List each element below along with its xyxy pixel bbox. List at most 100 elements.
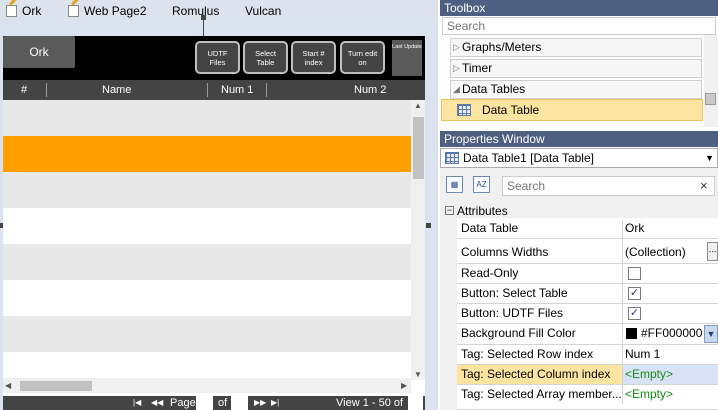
column-header-index[interactable]: # — [21, 80, 27, 100]
udtf-files-checkbox[interactable]: ✓ — [628, 307, 641, 320]
property-name: Button: UDTF Files — [457, 304, 623, 323]
tab-romulus[interactable]: Romulus — [172, 3, 219, 19]
alphabetical-sort-icon[interactable]: AZ — [473, 176, 490, 193]
data-table-toolbar: Ork UDTF Files Select Table Start # inde… — [3, 36, 425, 80]
read-only-checkbox[interactable] — [628, 267, 641, 280]
chevron-right-icon: ▷ — [453, 63, 460, 73]
page-count-box — [231, 396, 248, 410]
select-table-button[interactable]: Select Table — [243, 41, 288, 74]
table-row[interactable] — [3, 208, 411, 244]
property-row-button-select-table[interactable]: Button: Select Table ✓ — [457, 284, 718, 304]
table-row[interactable] — [3, 316, 411, 352]
category-label: Graphs/Meters — [462, 40, 542, 54]
properties-search-input[interactable] — [502, 176, 715, 196]
chevron-down-icon[interactable]: ▼ — [704, 325, 718, 343]
record-count-box — [408, 396, 423, 410]
page-edit-icon — [6, 5, 17, 17]
table-row-selected[interactable] — [3, 136, 411, 172]
toolbox-scroll-thumb[interactable] — [705, 93, 716, 105]
chevron-right-icon: ▷ — [453, 42, 460, 52]
categorized-view-icon[interactable]: ▦ — [446, 176, 463, 193]
property-name: Background Fill Color — [457, 324, 623, 343]
toolbox-search-input[interactable] — [442, 17, 716, 35]
property-row-data-table[interactable]: Data Table Ork — [457, 219, 718, 239]
property-row-selected-column-index[interactable]: Tag: Selected Column index <Empty> — [457, 365, 718, 385]
collapse-icon[interactable]: − — [445, 206, 454, 215]
property-value[interactable]: <Empty> — [623, 385, 718, 404]
tab-web-page2[interactable]: Web Page2 — [68, 3, 147, 19]
property-name: Tag: Selected Column index — [457, 365, 623, 384]
next-page-icon[interactable]: ▶▶ — [254, 398, 266, 408]
udtf-files-button[interactable]: UDTF Files — [195, 41, 240, 74]
toolbox-title: Toolbox — [440, 0, 718, 16]
toolbox-category-timer[interactable]: ▷ Timer — [450, 59, 702, 78]
table-row[interactable] — [3, 244, 411, 280]
resize-handle-top[interactable] — [201, 15, 206, 20]
attributes-category-header[interactable]: − Attributes — [440, 204, 718, 218]
select-table-checkbox[interactable]: ✓ — [628, 287, 641, 300]
previous-page-icon[interactable]: ◀◀ — [151, 398, 163, 408]
table-row[interactable] — [3, 352, 411, 378]
toolbox-category-graphs-meters[interactable]: ▷ Graphs/Meters — [450, 38, 702, 57]
column-header-num2[interactable]: Num 2 — [354, 80, 386, 100]
toolbox-category-data-tables[interactable]: ◢ Data Tables — [450, 80, 702, 99]
last-page-icon[interactable]: ▶| — [271, 398, 279, 408]
data-table-icon — [445, 152, 459, 164]
property-value[interactable]: Num 1 — [623, 345, 718, 364]
scroll-down-arrow-icon[interactable]: ▼ — [414, 370, 422, 380]
object-selector-label: Data Table1 [Data Table] — [463, 151, 594, 165]
turn-edit-on-button[interactable]: Turn edit on — [340, 41, 385, 74]
column-divider[interactable] — [207, 83, 208, 97]
category-label: Timer — [462, 61, 493, 75]
column-header-name[interactable]: Name — [102, 80, 131, 100]
property-name: Button: Select Table — [457, 284, 623, 303]
table-row[interactable] — [3, 100, 411, 136]
column-divider[interactable] — [46, 83, 47, 97]
property-row-selected-array-member[interactable]: Tag: Selected Array member... <Empty> — [457, 385, 718, 410]
property-name: Tag: Selected Array member... — [457, 385, 623, 404]
data-table-icon — [457, 104, 471, 116]
property-name: Read-Only — [457, 264, 623, 283]
horizontal-scroll-thumb[interactable] — [20, 381, 92, 391]
property-row-selected-row-index[interactable]: Tag: Selected Row index Num 1 — [457, 345, 718, 365]
resize-handle-right[interactable] — [426, 223, 431, 228]
property-row-read-only[interactable]: Read-Only — [457, 264, 718, 284]
property-value[interactable]: #FF000000 — [639, 324, 703, 343]
property-value: (Collection) — [625, 245, 686, 259]
tab-label: Romulus — [172, 4, 220, 18]
property-value[interactable]: Ork — [623, 219, 718, 238]
ellipsis-button[interactable]: ... — [707, 242, 718, 261]
scroll-up-arrow-icon[interactable]: ▲ — [414, 101, 422, 111]
property-row-button-udtf-files[interactable]: Button: UDTF Files ✓ — [457, 304, 718, 324]
tab-vulcan[interactable]: Vulcan — [245, 3, 281, 19]
object-selector-dropdown[interactable]: Data Table1 [Data Table] ▼ — [440, 148, 718, 168]
color-swatch — [626, 328, 637, 339]
page-label: Page — [170, 397, 196, 409]
property-grid-gutter — [440, 218, 457, 410]
toolbox-item-label: Data Table — [482, 103, 540, 117]
property-row-columns-widths[interactable]: Columns Widths (Collection) ... — [457, 239, 718, 264]
property-value[interactable]: <Empty> — [623, 365, 718, 384]
table-row[interactable] — [3, 280, 411, 316]
document-tab-bar: Ork Web Page2 Romulus Vulcan — [0, 0, 438, 22]
first-page-icon[interactable]: |◀ — [133, 398, 141, 408]
page-edit-icon — [68, 5, 79, 17]
scroll-left-arrow-icon[interactable]: ◀ — [5, 381, 11, 391]
table-row[interactable] — [3, 172, 411, 208]
property-name: Tag: Selected Row index — [457, 345, 623, 364]
property-row-background-fill-color[interactable]: Background Fill Color #FF000000 ▼ — [457, 324, 718, 345]
toolbox-item-data-table[interactable]: Data Table — [441, 99, 703, 121]
column-divider[interactable] — [266, 83, 267, 97]
start-index-button[interactable]: Start # index — [291, 41, 336, 74]
toolbox-scrollbar[interactable] — [704, 35, 718, 127]
table-name-button[interactable]: Ork — [3, 36, 75, 68]
chevron-down-icon: ◢ — [453, 84, 460, 94]
clear-search-icon[interactable]: × — [700, 178, 708, 193]
column-header-num1[interactable]: Num 1 — [221, 80, 253, 100]
scroll-right-arrow-icon[interactable]: ▶ — [401, 381, 407, 391]
page-number-input[interactable] — [196, 396, 213, 410]
tab-ork[interactable]: Ork — [6, 3, 41, 19]
category-label: Attributes — [457, 204, 508, 218]
vertical-scroll-thumb[interactable] — [413, 117, 424, 179]
property-name: Columns Widths — [457, 239, 623, 263]
